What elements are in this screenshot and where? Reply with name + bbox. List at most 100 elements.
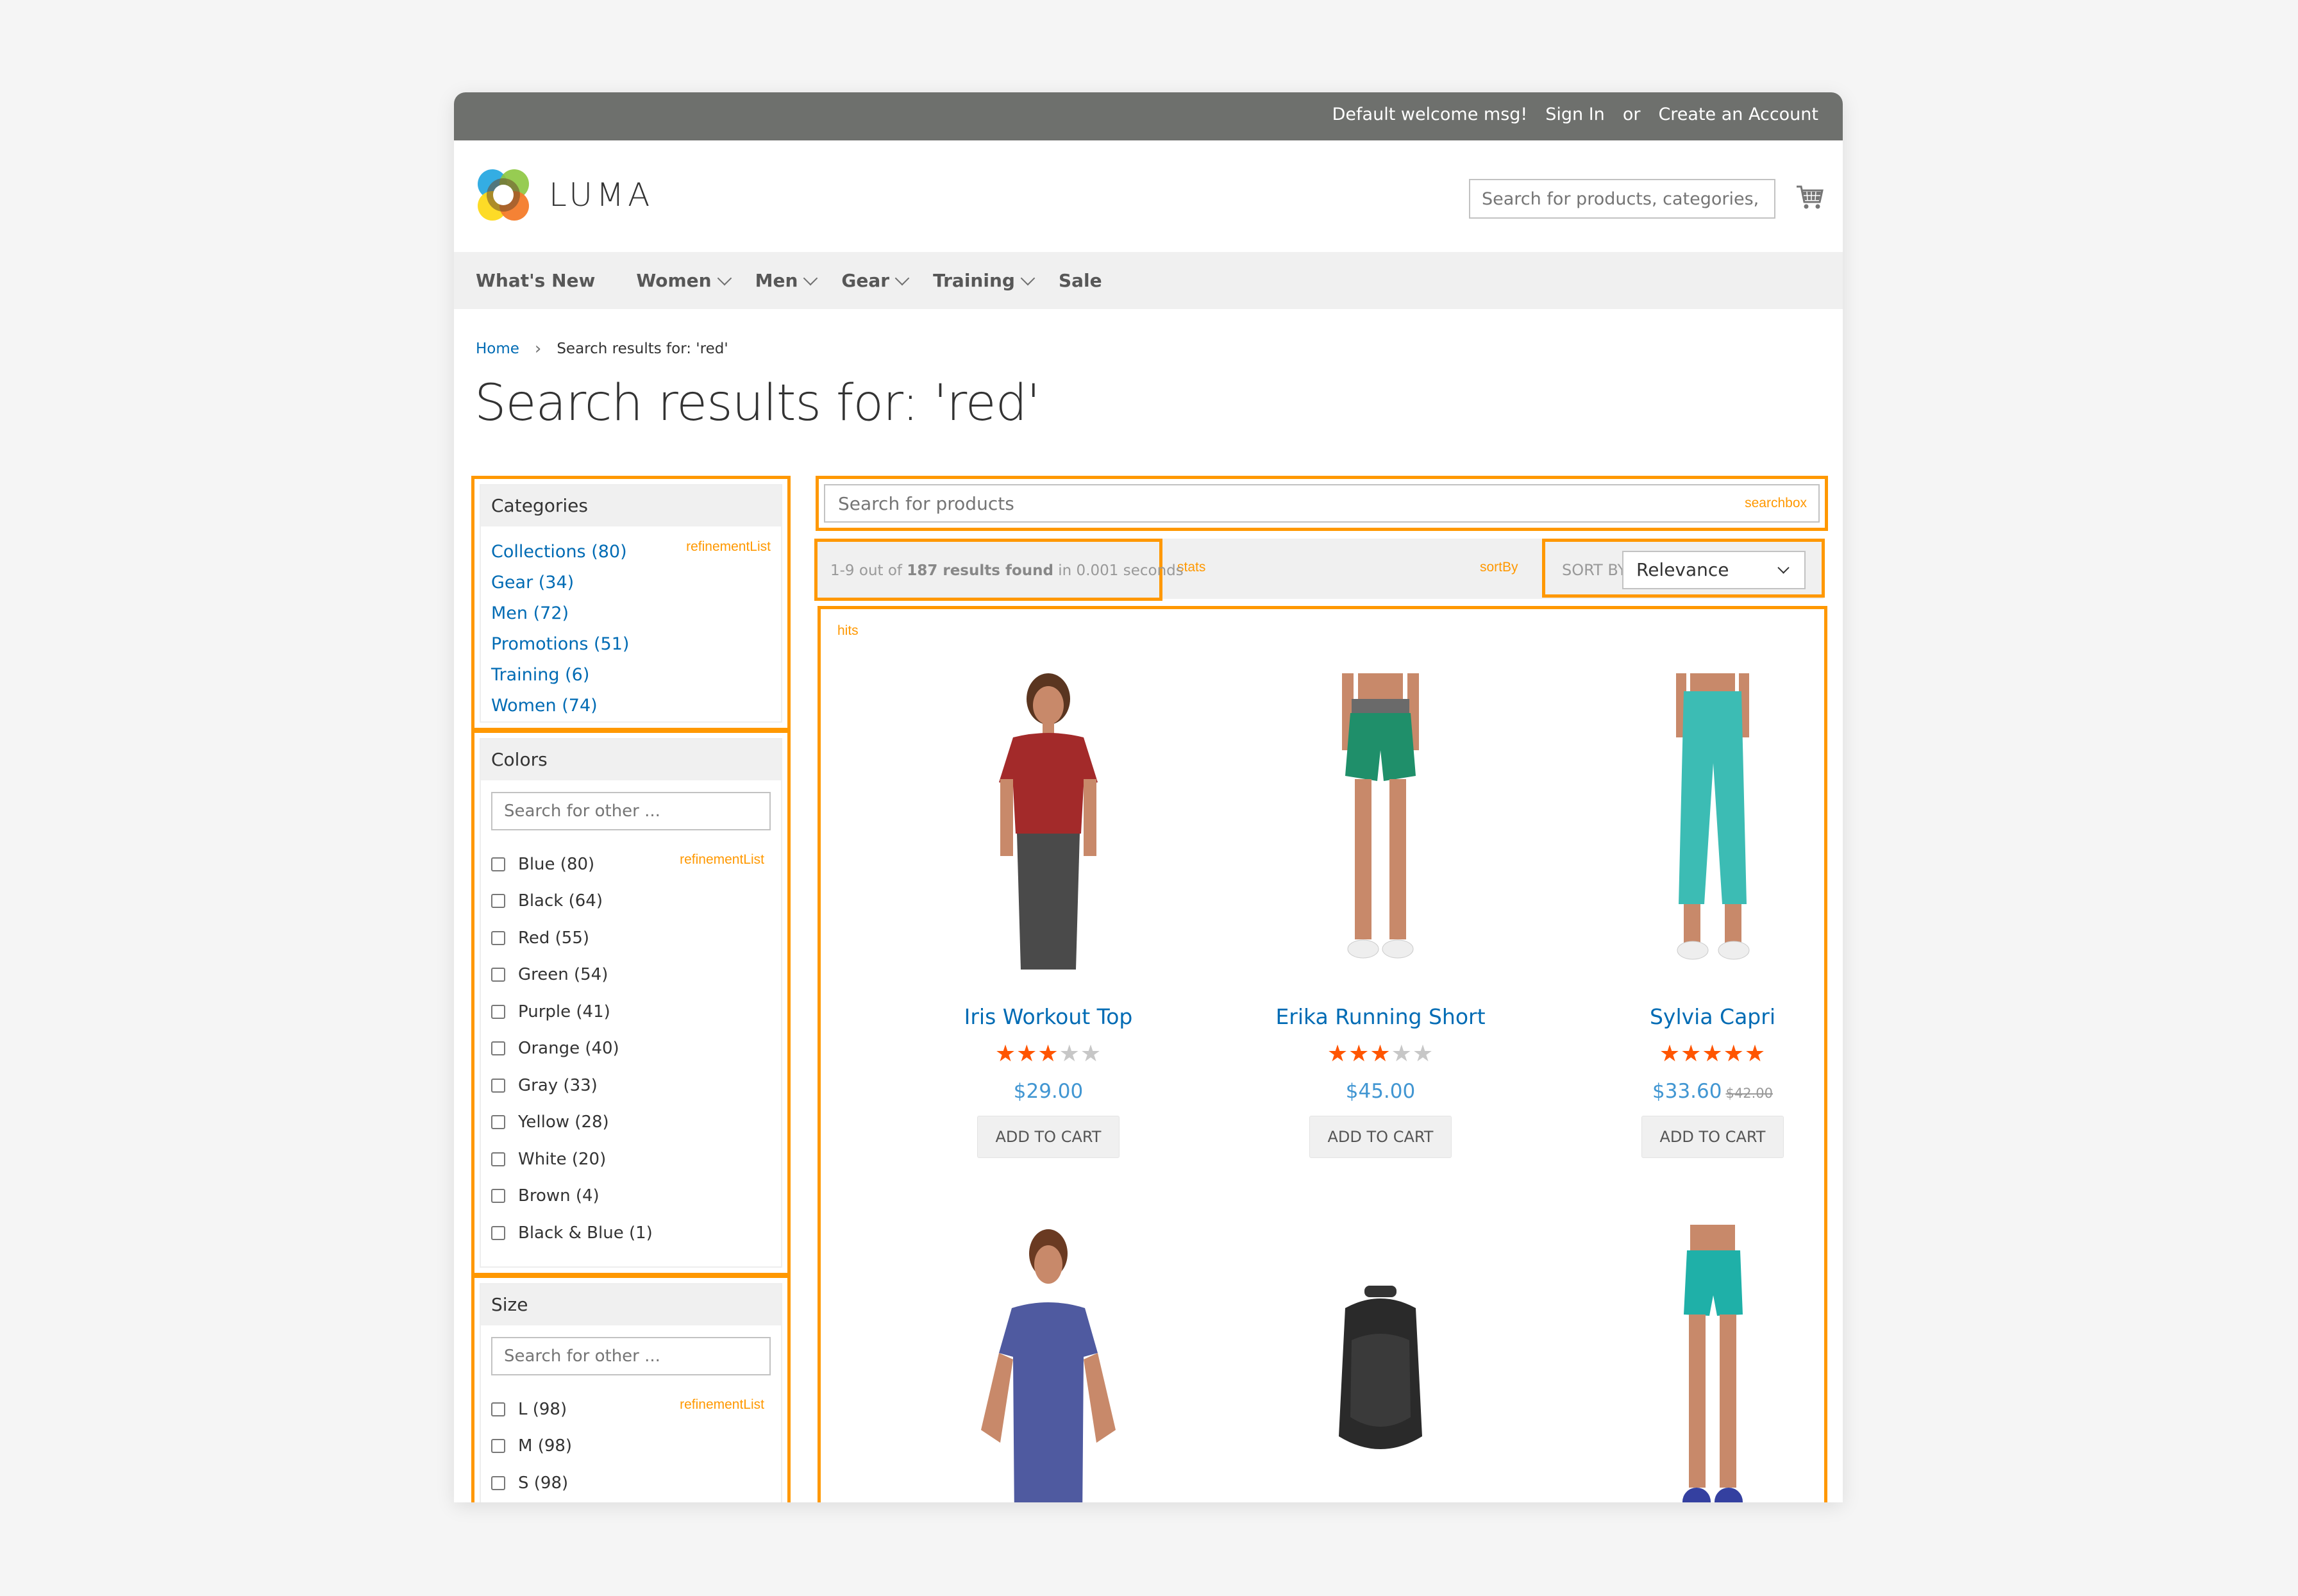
checkbox[interactable] [491, 894, 505, 909]
widget-label-refinementlist: refinementList [680, 852, 764, 867]
color-option[interactable]: Gray (33) [491, 1067, 781, 1104]
header-search-input[interactable] [1469, 179, 1775, 219]
option-label: M (98) [518, 1436, 573, 1456]
star-filled-icon: ★★★ [994, 1041, 1059, 1067]
color-option[interactable]: Orange (40) [491, 1030, 781, 1068]
product-price: $45.00 [1252, 1080, 1509, 1103]
product-name[interactable]: Sylvia Capri [1584, 1004, 1841, 1029]
sort-select[interactable]: Relevance [1622, 551, 1806, 589]
color-option[interactable]: Black (64) [491, 883, 781, 920]
category-item[interactable]: Training (6) [491, 660, 781, 691]
product-image-woman-red-top[interactable] [930, 673, 1167, 970]
color-option[interactable]: White (20) [491, 1141, 781, 1178]
checkbox[interactable] [491, 1439, 505, 1454]
chevron-down-icon [717, 271, 732, 285]
price-value: $33.60 [1652, 1080, 1722, 1103]
nav-sale[interactable]: Sale [1059, 270, 1102, 291]
categories-facet: Categories refinementList Collections (8… [480, 484, 782, 723]
product-card: Sylvia Capri ★★★★★ $33.60 $42.00 ADD TO C… [1584, 673, 1841, 1158]
star-filled-icon: ★★★★★ [1659, 1041, 1766, 1067]
checkbox[interactable] [491, 1402, 505, 1416]
shopping-cart-icon[interactable] [1794, 181, 1826, 214]
nav-whats-new[interactable]: What's New [476, 270, 595, 291]
nav-women[interactable]: Women [636, 270, 732, 291]
price-value: $45.00 [1345, 1080, 1416, 1103]
product-image-teal-capri[interactable] [1594, 673, 1831, 970]
color-option[interactable]: Purple (41) [491, 993, 781, 1030]
checkbox[interactable] [491, 930, 505, 945]
breadcrumb-separator-icon: › [534, 339, 542, 358]
logo[interactable]: LUMA [476, 167, 653, 223]
main-nav: What's New Women Men Gear Training Sale [454, 252, 1843, 309]
widget-label-refinementlist: refinementList [680, 1397, 764, 1412]
category-item[interactable]: Women (74) [491, 691, 781, 721]
checkbox[interactable] [491, 1152, 505, 1166]
product-price: $33.60 $42.00 [1584, 1080, 1841, 1103]
checkbox[interactable] [491, 968, 505, 982]
category-item[interactable]: Men (72) [491, 598, 781, 629]
product-card: Erika Running Short ★★★★★ $45.00 ADD TO … [1252, 673, 1509, 1158]
category-item[interactable]: Promotions (51) [491, 629, 781, 660]
option-label: Black (64) [518, 891, 603, 911]
checkbox[interactable] [491, 1115, 505, 1130]
size-facet: Size refinementList L (98) M (98) S (98) [480, 1283, 782, 1502]
product-image-teal-shorts[interactable] [1594, 1225, 1831, 1502]
colors-search-input[interactable] [491, 792, 771, 830]
product-rating: ★★★★★ [1584, 1041, 1841, 1067]
categories-refinement-panel: Categories refinementList Collections (8… [471, 476, 791, 731]
color-option[interactable]: Brown (4) [491, 1178, 781, 1215]
size-option[interactable]: M (98) [491, 1428, 781, 1465]
option-label: Orange (40) [518, 1039, 619, 1059]
product-name[interactable]: Iris Workout Top [920, 1004, 1177, 1029]
option-label: S (98) [518, 1473, 569, 1493]
color-option[interactable]: Black & Blue (1) [491, 1214, 781, 1252]
product-name[interactable]: Erika Running Short [1252, 1004, 1509, 1029]
stats-prefix: 1-9 out of [830, 562, 907, 579]
searchbox-widget: searchbox [816, 476, 1828, 531]
checkbox[interactable] [491, 1475, 505, 1490]
nav-men[interactable]: Men [755, 270, 818, 291]
category-item[interactable]: Gear (34) [491, 567, 781, 598]
create-account-link[interactable]: Create an Account [1658, 105, 1818, 124]
product-image-woman-purple-tee[interactable] [930, 1225, 1167, 1502]
option-label: Green (54) [518, 965, 608, 985]
option-label: L (98) [518, 1399, 567, 1419]
color-option[interactable]: Red (55) [491, 920, 781, 957]
results-stats: 1-9 out of 187 results found in 0.001 se… [830, 562, 1184, 579]
widget-label-sortby: sortBy [1480, 560, 1518, 575]
product-rating: ★★★★★ [1252, 1041, 1509, 1067]
add-to-cart-button[interactable]: ADD TO CART [1641, 1116, 1784, 1158]
checkbox[interactable] [491, 1004, 505, 1019]
nav-label: Training [933, 270, 1015, 291]
color-option[interactable]: Green (54) [491, 957, 781, 994]
checkbox[interactable] [491, 1041, 505, 1056]
facet-title: Categories [481, 485, 781, 526]
welcome-message: Default welcome msg! [1332, 105, 1528, 124]
size-option[interactable]: S (98) [491, 1465, 781, 1502]
checkbox[interactable] [491, 1189, 505, 1204]
nav-gear[interactable]: Gear [841, 270, 910, 291]
color-option[interactable]: Yellow (28) [491, 1104, 781, 1141]
sign-in-link[interactable]: Sign In [1545, 105, 1605, 124]
checkbox[interactable] [491, 857, 505, 871]
product-image-black-backpack[interactable] [1262, 1225, 1499, 1502]
chevron-down-icon [803, 271, 818, 285]
widget-label-searchbox: searchbox [1745, 496, 1807, 510]
checkbox[interactable] [491, 1078, 505, 1093]
option-label: Gray (33) [518, 1075, 598, 1095]
option-label: Blue (80) [518, 854, 595, 874]
product-search-input[interactable] [824, 484, 1820, 523]
add-to-cart-button[interactable]: ADD TO CART [1309, 1116, 1452, 1158]
hits-widget: hits Iris Workout Top ★★★★★ $29.00 ADD T… [818, 606, 1827, 1502]
nav-training[interactable]: Training [933, 270, 1036, 291]
checkbox[interactable] [491, 1225, 505, 1240]
or-text: or [1622, 105, 1641, 124]
add-to-cart-button[interactable]: ADD TO CART [977, 1116, 1120, 1158]
product-rating: ★★★★★ [920, 1041, 1177, 1067]
breadcrumb-home-link[interactable]: Home [476, 340, 519, 357]
stats-count: 187 results found [907, 562, 1053, 579]
stats-widget: 1-9 out of 187 results found in 0.001 se… [814, 539, 1184, 601]
size-search-input[interactable] [491, 1337, 771, 1375]
product-image-green-shorts[interactable] [1262, 673, 1499, 970]
breadcrumb-current: Search results for: 'red' [557, 340, 728, 357]
